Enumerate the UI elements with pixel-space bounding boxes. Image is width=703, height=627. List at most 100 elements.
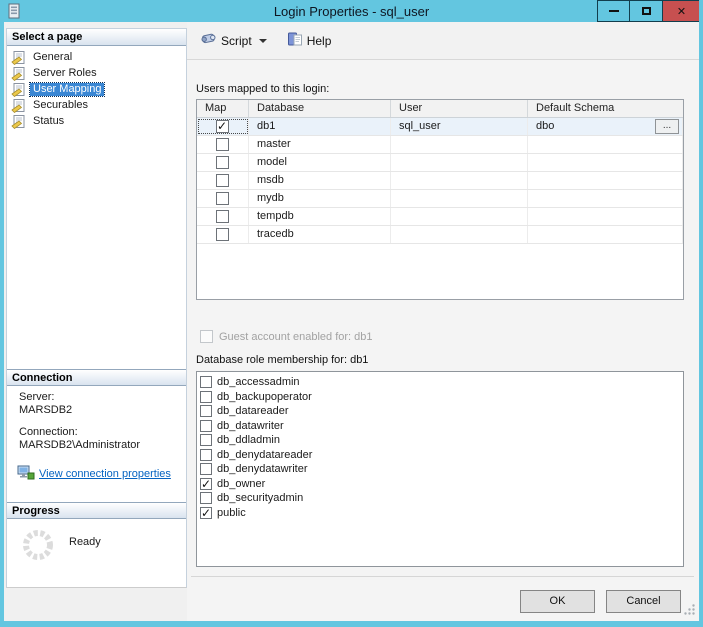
map-checkbox[interactable]: [216, 138, 229, 151]
role-item-db-accessadmin[interactable]: db_accessadmin: [200, 375, 683, 390]
table-row-db1[interactable]: db1 sql_user dbo ...: [197, 118, 683, 136]
user-cell[interactable]: [391, 190, 528, 207]
minimize-icon: [608, 10, 619, 12]
progress-section: Ready: [7, 520, 186, 565]
sidebar-item-user-mapping[interactable]: User Mapping: [11, 82, 186, 97]
role-item-db-owner[interactable]: db_owner: [200, 477, 683, 492]
table-row-msdb[interactable]: msdb: [197, 172, 683, 190]
user-cell[interactable]: [391, 172, 528, 189]
map-checkbox[interactable]: [216, 156, 229, 169]
sidebar-item-server-roles[interactable]: Server Roles: [11, 66, 186, 81]
default-schema-cell[interactable]: [528, 172, 683, 189]
connection-header: Connection: [7, 369, 186, 386]
table-row-tempdb[interactable]: tempdb: [197, 208, 683, 226]
table-row-master[interactable]: master: [197, 136, 683, 154]
page-icon: [11, 50, 27, 65]
column-header-default-schema: Default Schema: [536, 102, 615, 114]
role-item-db-securityadmin[interactable]: db_securityadmin: [200, 491, 683, 506]
main-panel: Script Help Users mapped to this login: …: [187, 22, 699, 621]
database-cell[interactable]: model: [249, 154, 391, 171]
role-checkbox[interactable]: [200, 434, 212, 447]
user-cell[interactable]: sql_user: [391, 118, 528, 135]
maximize-button[interactable]: [630, 0, 663, 22]
user-mapping-page: Users mapped to this login: Map Database…: [187, 60, 699, 621]
map-checkbox[interactable]: [216, 210, 229, 223]
role-checkbox[interactable]: [200, 492, 212, 505]
column-header-user: User: [391, 100, 528, 117]
role-checkbox[interactable]: [200, 390, 212, 403]
role-checkbox[interactable]: [200, 463, 212, 476]
guest-account-row: Guest account enabled for: db1: [200, 330, 373, 343]
default-schema-cell[interactable]: [528, 136, 683, 153]
minimize-button[interactable]: [597, 0, 630, 22]
footer-divider: [191, 576, 694, 577]
help-button[interactable]: Help: [282, 27, 337, 54]
connection-section: Server: MARSDB2 Connection: MARSDB2\Admi…: [7, 387, 186, 484]
default-schema-cell[interactable]: dbo ...: [528, 118, 683, 135]
role-item-db-ddladmin[interactable]: db_ddladmin: [200, 433, 683, 448]
role-item-db-denydatareader[interactable]: db_denydatareader: [200, 448, 683, 463]
guest-account-checkbox: [200, 330, 213, 343]
role-checkbox[interactable]: [200, 506, 212, 520]
role-item-db-datareader[interactable]: db_datareader: [200, 404, 683, 419]
table-row-model[interactable]: model: [197, 154, 683, 172]
sidebar-item-general[interactable]: General: [11, 50, 186, 65]
close-button[interactable]: [663, 0, 699, 22]
guest-account-label: Guest account enabled for: db1: [219, 330, 373, 343]
role-item-db-datawriter[interactable]: db_datawriter: [200, 419, 683, 434]
progress-header: Progress: [7, 502, 186, 519]
role-checkbox[interactable]: [200, 477, 212, 491]
sidebar-item-status[interactable]: Status: [11, 114, 186, 129]
maximize-icon: [641, 7, 651, 15]
cancel-button[interactable]: Cancel: [606, 590, 681, 613]
table-header: Map Database User Default Schema: [197, 100, 683, 118]
window-controls: [597, 0, 699, 22]
default-schema-cell[interactable]: [528, 154, 683, 171]
column-header-database: Database: [249, 100, 391, 117]
database-cell[interactable]: tracedb: [249, 226, 391, 243]
default-schema-cell[interactable]: [528, 226, 683, 243]
resize-grip[interactable]: [683, 603, 696, 619]
database-cell[interactable]: master: [249, 136, 391, 153]
server-label: Server:: [19, 391, 55, 403]
role-membership-label: Database role membership for: db1: [196, 354, 369, 366]
view-connection-properties-link[interactable]: View connection properties: [39, 468, 171, 481]
role-checkbox[interactable]: [200, 448, 212, 461]
script-icon: [200, 31, 217, 50]
ok-button[interactable]: OK: [520, 590, 595, 613]
role-item-db-denydatawriter[interactable]: db_denydatawriter: [200, 462, 683, 477]
database-cell[interactable]: tempdb: [249, 208, 391, 225]
map-checkbox[interactable]: [216, 192, 229, 205]
user-cell[interactable]: [391, 226, 528, 243]
table-row-tracedb[interactable]: tracedb: [197, 226, 683, 244]
database-cell[interactable]: msdb: [249, 172, 391, 189]
role-checkbox[interactable]: [200, 376, 212, 389]
role-item-public[interactable]: public: [200, 506, 683, 521]
role-item-db-backupoperator[interactable]: db_backupoperator: [200, 390, 683, 405]
connection-label: Connection:: [19, 426, 78, 438]
sidebar: Select a page General Server Roles User …: [6, 28, 187, 588]
table-row-mydb[interactable]: mydb: [197, 190, 683, 208]
role-checkbox[interactable]: [200, 419, 212, 432]
select-a-page-header: Select a page: [7, 29, 186, 46]
login-properties-window: Login Properties - sql_user Select a pag…: [0, 0, 703, 627]
page-icon: [11, 82, 27, 97]
connection-value: MARSDB2\Administrator: [19, 439, 141, 451]
role-checkbox[interactable]: [200, 405, 212, 418]
database-cell[interactable]: mydb: [249, 190, 391, 207]
default-schema-cell[interactable]: [528, 208, 683, 225]
default-schema-cell[interactable]: [528, 190, 683, 207]
sidebar-item-securables[interactable]: Securables: [11, 98, 186, 113]
user-cell[interactable]: [391, 136, 528, 153]
connection-properties-icon: [17, 465, 35, 484]
map-checkbox[interactable]: [216, 228, 229, 241]
title-bar: Login Properties - sql_user: [4, 0, 699, 22]
script-button[interactable]: Script: [195, 27, 272, 54]
browse-schema-button[interactable]: ...: [655, 119, 679, 134]
database-cell[interactable]: db1: [249, 118, 391, 135]
map-checkbox[interactable]: [216, 174, 229, 187]
script-dropdown-arrow-icon: [258, 38, 267, 43]
map-checkbox[interactable]: [216, 119, 229, 133]
user-cell[interactable]: [391, 208, 528, 225]
user-cell[interactable]: [391, 154, 528, 171]
